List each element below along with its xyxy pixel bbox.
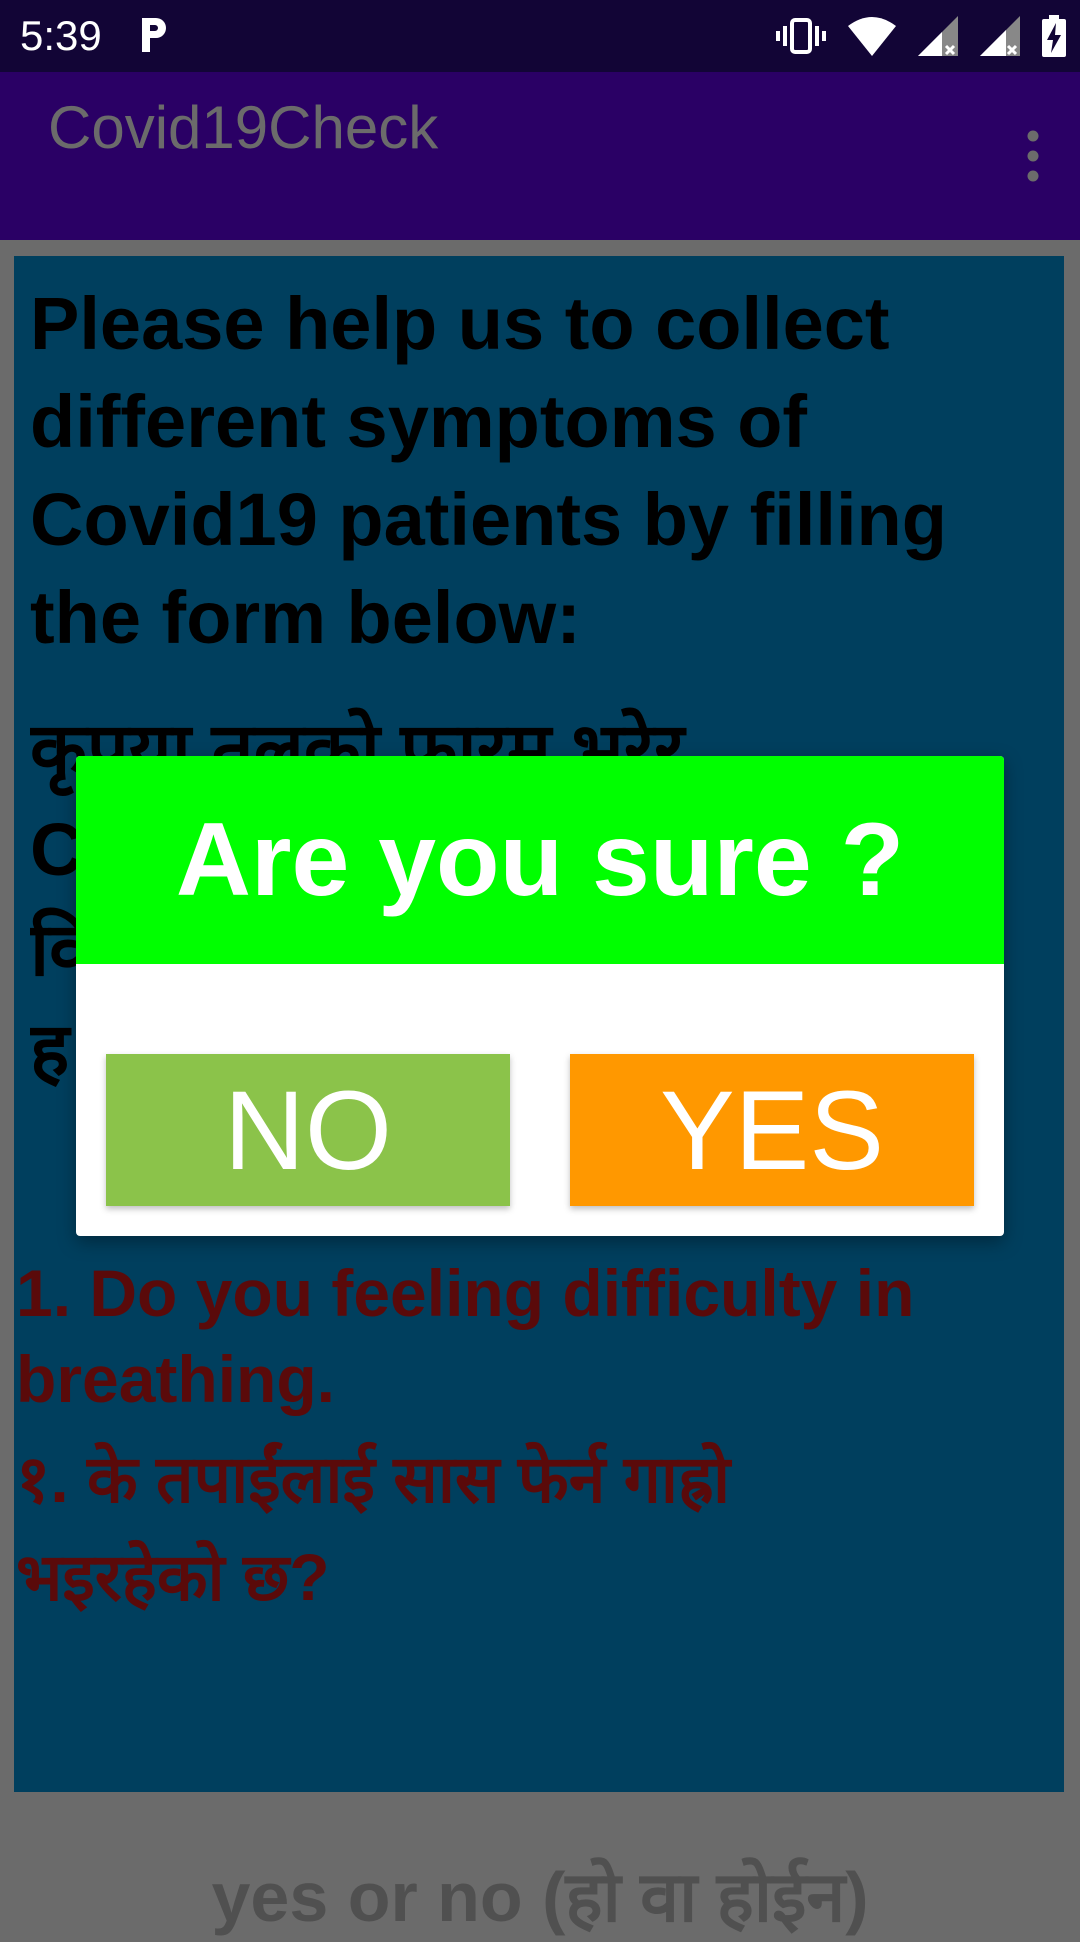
answer-hint: yes or no (हो वा होईन) — [211, 1858, 869, 1936]
signal-icon — [918, 16, 958, 56]
parking-icon — [142, 18, 166, 52]
wifi-icon — [848, 17, 896, 56]
overflow-menu-icon[interactable] — [1020, 130, 1046, 182]
dialog-title: Are you sure ? — [175, 801, 905, 918]
vibrate-icon — [776, 18, 826, 54]
battery-charging-icon — [1042, 15, 1066, 57]
yes-button[interactable]: YES — [570, 1054, 974, 1206]
question-text-nepali: १. के तपाईंलाई सास फेर्न गाह्रो भइरहेको … — [16, 1442, 731, 1614]
intro-text-english: Please help us to collect different symp… — [30, 282, 947, 659]
status-bar: 5:39 — [0, 0, 1080, 72]
confirm-dialog: Are you sure ? NO YES — [76, 756, 1004, 1236]
signal-icon — [980, 16, 1020, 56]
status-time: 5:39 — [20, 12, 102, 59]
question-text-english: 1. Do you feeling difficulty in breathin… — [16, 1256, 915, 1416]
no-button[interactable]: NO — [106, 1054, 510, 1206]
app-title: Covid19Check — [48, 94, 439, 161]
